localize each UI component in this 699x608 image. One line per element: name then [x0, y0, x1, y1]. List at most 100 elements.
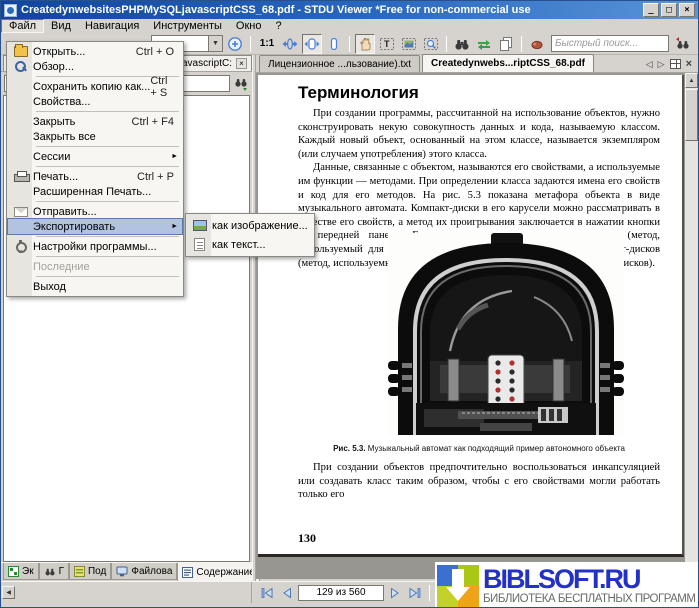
tab-file-system[interactable]: Файлова — [111, 563, 177, 580]
thumbnails-icon — [8, 566, 19, 577]
quick-search-input[interactable] — [551, 35, 669, 52]
maximize-button[interactable]: □ — [661, 3, 677, 17]
settings-icon — [14, 240, 27, 253]
next-page-button[interactable] — [386, 584, 404, 601]
menu-file[interactable]: Файл — [1, 19, 44, 33]
printer-icon — [14, 171, 28, 182]
zoom-region-button[interactable] — [421, 34, 441, 54]
menu-window[interactable]: Окно — [229, 19, 269, 33]
copy-button[interactable] — [496, 34, 516, 54]
find-in-contents-icon[interactable] — [233, 75, 249, 91]
menu-item-close[interactable]: Закрыть Ctrl + F4 — [8, 114, 182, 129]
file-menu: Открыть... Ctrl + O Обзор... Сохранить к… — [6, 41, 184, 297]
last-page-button[interactable] — [406, 584, 424, 601]
submenu-arrow-icon: ► — [171, 153, 178, 160]
close-icon[interactable]: × — [236, 58, 247, 69]
document-view[interactable]: Терминология При создании программы, рас… — [256, 73, 685, 579]
minimize-button[interactable]: _ — [643, 3, 659, 17]
tab-scroll-left-icon[interactable]: ◁ — [646, 59, 653, 70]
fit-height-button[interactable] — [324, 34, 344, 54]
menu-bar: Файл Вид Навигация Инструменты Окно ? — [1, 19, 698, 33]
document-page: Терминология При создании программы, рас… — [258, 75, 684, 557]
chevron-down-icon[interactable]: ▼ — [208, 36, 222, 51]
watermark: BIBLSOFT.RU БИБЛИОТЕКА БЕСПЛАТНЫХ ПРОГРА… — [435, 562, 699, 608]
zoom-in-button[interactable] — [225, 34, 245, 54]
menu-item-exit[interactable]: Выход — [8, 279, 182, 294]
text-file-icon — [194, 238, 205, 251]
binoculars-icon — [454, 36, 470, 52]
page-indicator[interactable]: 129 из 560 — [298, 585, 384, 601]
image-icon — [193, 220, 207, 231]
menu-tools[interactable]: Инструменты — [146, 19, 229, 33]
app-window: CreatedynwebsitesPHPMySQLjavascriptCSS_6… — [0, 0, 699, 608]
window-title: CreatedynwebsitesPHPMySQLjavascriptCSS_6… — [21, 4, 641, 16]
menu-item-program-settings[interactable]: Настройки программы... — [8, 239, 182, 254]
highlights-icon — [74, 566, 85, 577]
actual-size-button[interactable]: 1:1 — [256, 34, 278, 54]
scroll-up-icon[interactable]: ▲ — [685, 73, 698, 88]
copy-icon — [498, 36, 514, 52]
tab-scroll-right-icon[interactable]: ▷ — [658, 59, 665, 70]
page-heading: Терминология — [298, 83, 419, 103]
tabstrip-controls: ◁ ▷ × — [646, 58, 698, 72]
page-number: 130 — [298, 531, 316, 546]
menu-item-sessions[interactable]: Сессии ► — [8, 149, 182, 164]
menu-item-browse[interactable]: Обзор... — [8, 59, 182, 74]
folder-open-icon — [14, 46, 28, 57]
text-select-icon: T — [379, 36, 395, 52]
menu-help[interactable]: ? — [268, 19, 288, 33]
swap-icon — [476, 36, 492, 52]
swap-pages-button[interactable] — [474, 34, 494, 54]
scroll-left-icon[interactable]: ◀ — [2, 586, 15, 599]
zoom-region-icon — [423, 36, 439, 52]
menu-item-advanced-print[interactable]: Расширенная Печать... — [8, 184, 182, 199]
document-tabstrip: Лицензионное ...льзование).txt Createdyn… — [256, 55, 698, 73]
document-tab-license[interactable]: Лицензионное ...льзование).txt — [259, 55, 420, 72]
hand-icon — [357, 36, 373, 52]
menu-item-open[interactable]: Открыть... Ctrl + O — [8, 44, 182, 59]
tab-contents[interactable]: Содержание — [177, 563, 259, 582]
submenu-arrow-icon: ► — [171, 223, 178, 230]
marker-icon — [529, 36, 545, 52]
find-next-button[interactable] — [695, 34, 699, 54]
menu-view[interactable]: Вид — [44, 19, 78, 33]
submenu-item-as-image[interactable]: как изображение... — [187, 216, 313, 235]
sidebar-bottom-tabs: Эк Г Под Файлова Содержание — [1, 562, 252, 581]
tab-search[interactable]: Г — [39, 563, 69, 580]
menu-item-send[interactable]: Отправить... — [8, 204, 182, 219]
first-page-button[interactable] — [258, 584, 276, 601]
app-icon — [4, 4, 17, 17]
fit-page-button[interactable] — [280, 34, 300, 54]
text-select-button[interactable]: T — [377, 34, 397, 54]
page-body-text-2: При создании объектов предпочтительно во… — [298, 461, 660, 502]
fit-width-button[interactable] — [302, 34, 322, 54]
hand-tool-button[interactable] — [355, 34, 375, 54]
export-submenu: как изображение... как текст... — [185, 213, 315, 257]
menu-item-close-all[interactable]: Закрыть все — [8, 129, 182, 144]
fit-page-icon — [282, 36, 298, 52]
menu-item-export[interactable]: Экспортировать ► — [8, 219, 182, 234]
sidebar-horizontal-scrollbar[interactable]: ◀ — [1, 582, 252, 603]
find-previous-button[interactable] — [673, 34, 693, 54]
tab-thumbnails[interactable]: Эк — [3, 563, 39, 580]
close-document-icon[interactable]: × — [686, 58, 692, 70]
image-select-button[interactable] — [399, 34, 419, 54]
document-tab-pdf[interactable]: Createdynwebs...riptCSS_68.pdf — [422, 54, 594, 72]
menu-item-print[interactable]: Печать... Ctrl + P — [8, 169, 182, 184]
marker-button[interactable] — [527, 34, 547, 54]
scrollbar-thumb[interactable] — [685, 89, 698, 141]
close-button[interactable]: × — [679, 3, 695, 17]
search-button[interactable] — [452, 34, 472, 54]
grid-icon[interactable] — [670, 59, 681, 69]
vertical-scrollbar[interactable]: ▲ ▼ — [685, 73, 698, 579]
watermark-subtitle: БИБЛИОТЕКА БЕСПЛАТНЫХ ПРОГРАММ — [483, 594, 695, 606]
tab-highlights[interactable]: Под — [69, 563, 111, 580]
fit-height-icon — [326, 36, 342, 52]
biblsoft-logo-icon — [437, 565, 479, 607]
submenu-item-as-text[interactable]: как текст... — [187, 235, 313, 254]
menu-item-save-copy-as[interactable]: Сохранить копию как... Ctrl + S — [8, 79, 182, 94]
browse-icon — [14, 60, 27, 73]
previous-page-button[interactable] — [278, 584, 296, 601]
menu-item-properties[interactable]: Свойства... — [8, 94, 182, 109]
menu-navigation[interactable]: Навигация — [78, 19, 146, 33]
